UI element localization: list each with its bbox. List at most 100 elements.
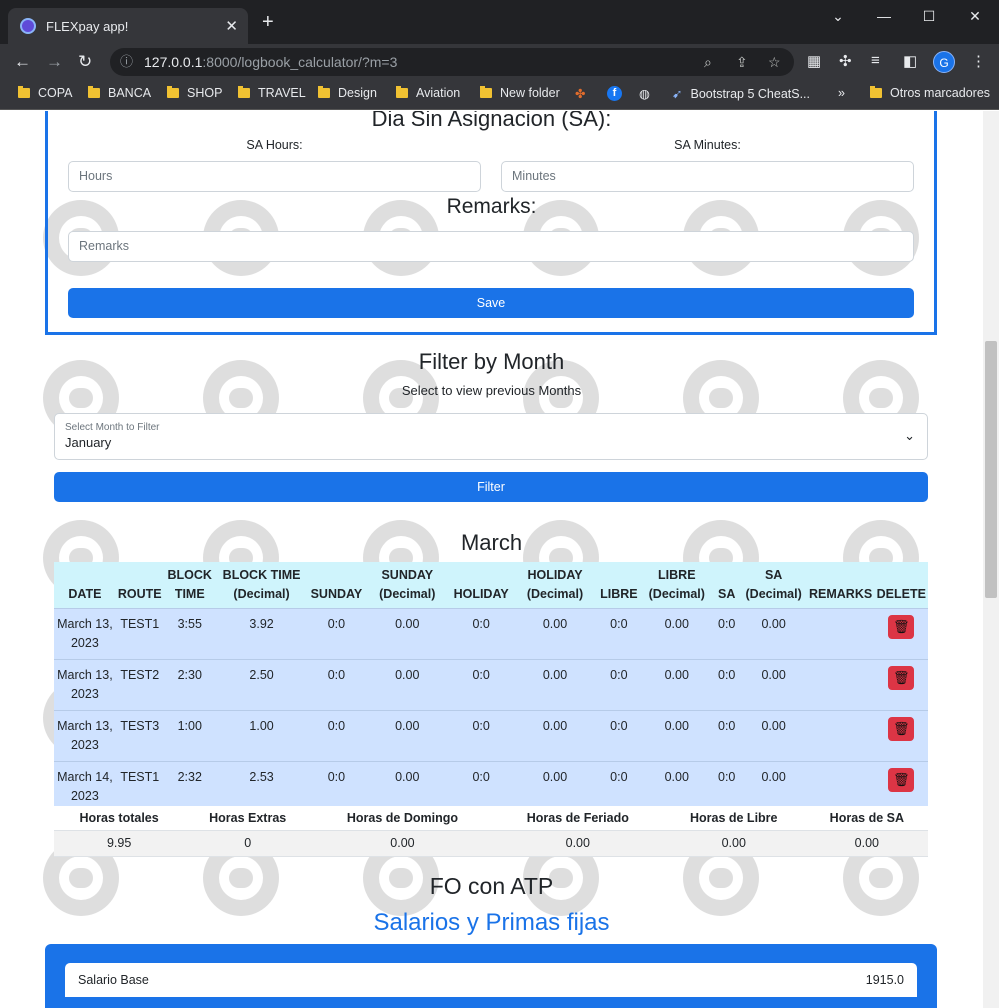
save-button[interactable]: Save bbox=[68, 288, 914, 318]
maximize-window-icon[interactable]: ☐ bbox=[919, 8, 939, 25]
salary-base-label: Salario Base bbox=[78, 973, 149, 987]
table-row: March 13, 2023 TEST1 3:55 3.92 0:0 0.00 0:0 0.0… bbox=[54, 608, 928, 660]
table-row: March 14, 2023 TEST1 2:32 2.53 0:0 0.00 0:0 0.0… bbox=[54, 761, 928, 812]
new-tab-button[interactable]: + bbox=[262, 12, 274, 32]
joomla-bookmark-icon[interactable]: ✤ bbox=[575, 86, 585, 101]
page-viewport: Dia Sin Asignacion (SA): SA Hours: SA Mi… bbox=[0, 111, 983, 1008]
folder-icon bbox=[318, 86, 330, 98]
bookmark-aviation[interactable]: Aviation bbox=[396, 86, 460, 100]
remarks-input[interactable]: Remarks bbox=[68, 231, 914, 262]
extension-g-icon[interactable]: ▦ bbox=[807, 52, 821, 70]
cell-holiday: 0:0 bbox=[449, 608, 514, 660]
tab-title: FLEXpay app! bbox=[46, 18, 129, 34]
sa-title: Dia Sin Asignacion (SA): bbox=[371, 111, 612, 131]
browser-titlebar: FLEXpay app! ✕ + ⌄ — ☐ ✕ bbox=[0, 0, 999, 44]
cell-date: March 13, 2023 bbox=[54, 659, 116, 711]
cell-libre: 0:0 bbox=[596, 659, 641, 711]
back-arrow-icon[interactable]: ← bbox=[14, 52, 31, 72]
logbook-body: March 13, 2023 TEST1 3:55 3.92 0:0 0.00 0:0 0.0… bbox=[54, 608, 928, 812]
folder-icon bbox=[18, 86, 30, 98]
summary-value: 0.00 bbox=[661, 829, 806, 857]
profile-avatar[interactable]: G bbox=[933, 51, 955, 73]
summary-header: Horas totales bbox=[54, 806, 185, 830]
column-header: SA bbox=[712, 562, 741, 609]
bookmarks-overflow-button[interactable]: » bbox=[838, 86, 845, 100]
share-icon[interactable]: ⇪ bbox=[736, 48, 748, 76]
summary-table: Horas totales Horas Extras Horas de Doming… bbox=[54, 806, 928, 857]
side-panel-icon[interactable]: ◧ bbox=[903, 52, 917, 70]
menu-kebab-icon[interactable]: ⋮ bbox=[971, 52, 986, 70]
cell-sa-dec: 0.00 bbox=[740, 710, 807, 762]
delete-trash-icon[interactable]: 🗑 bbox=[888, 717, 915, 741]
summary-header-row: Horas totales Horas Extras Horas de Doming… bbox=[54, 806, 928, 830]
cell-block-dec: 2.53 bbox=[215, 761, 308, 812]
summary-value: 0 bbox=[184, 829, 312, 857]
address-bar[interactable]: ⓘ 127.0.0.1:8000/logbook_calculator/?m=3… bbox=[110, 48, 794, 76]
minimize-window-icon[interactable]: — bbox=[874, 8, 894, 24]
month-select[interactable]: Select Month to Filter January ⌄ bbox=[54, 413, 928, 460]
reload-icon[interactable]: ↻ bbox=[78, 52, 92, 72]
filter-button[interactable]: Filter bbox=[54, 472, 928, 502]
cell-sunday-dec: 0.00 bbox=[365, 761, 450, 812]
bookmark-otros-marcadores[interactable]: Otros marcadores bbox=[870, 86, 990, 100]
cell-libre-dec: 0.00 bbox=[640, 710, 713, 762]
summary-value: 0.00 bbox=[493, 829, 662, 857]
bookmark-new-folder[interactable]: New folder bbox=[480, 86, 560, 100]
summary-header: Horas de Feriado bbox=[493, 806, 662, 830]
cell-sa: 0:0 bbox=[712, 710, 741, 762]
column-header: LIBRE bbox=[596, 562, 641, 609]
cell-delete: 🗑 bbox=[874, 710, 928, 762]
bookmarks-bar: COPA BANCA SHOP TRAVEL Design Aviation N… bbox=[0, 80, 999, 110]
site-info-icon[interactable]: ⓘ bbox=[120, 48, 133, 76]
close-window-icon[interactable]: ✕ bbox=[965, 8, 985, 25]
salary-base-value: 1915.0 bbox=[865, 973, 904, 987]
chevron-down-icon: ⌄ bbox=[904, 428, 915, 443]
cell-remarks bbox=[806, 659, 875, 711]
bookmark-bootstrap[interactable]: ➹ Bootstrap 5 CheatS... bbox=[672, 86, 810, 102]
cell-libre: 0:0 bbox=[596, 761, 641, 812]
table-row: March 13, 2023 TEST2 2:30 2.50 0:0 0.00 0:0 0.0… bbox=[54, 659, 928, 711]
delete-trash-icon[interactable]: 🗑 bbox=[888, 666, 915, 690]
extensions-puzzle-icon[interactable]: ✣ bbox=[839, 52, 852, 70]
logbook-header-row: DATE ROUTE BLOCK TIME BLOCK TIME (Decimal) SUN… bbox=[54, 562, 928, 609]
month-select-label: Select Month to Filter bbox=[65, 422, 160, 433]
bookmark-copa[interactable]: COPA bbox=[18, 86, 73, 100]
cell-sa-dec: 0.00 bbox=[740, 761, 807, 812]
cell-sunday: 0:0 bbox=[307, 761, 366, 812]
cell-sunday: 0:0 bbox=[307, 608, 366, 660]
facebook-bookmark-icon[interactable]: f bbox=[607, 86, 622, 101]
tab-close-icon[interactable]: ✕ bbox=[225, 17, 238, 35]
cell-sa: 0:0 bbox=[712, 761, 741, 812]
globe-bookmark-icon[interactable]: ◍ bbox=[639, 86, 650, 101]
cell-remarks bbox=[806, 710, 875, 762]
forward-arrow-icon[interactable]: → bbox=[46, 52, 63, 72]
cell-date: March 13, 2023 bbox=[54, 608, 116, 660]
summary-value: 0.00 bbox=[805, 829, 928, 857]
cell-sunday-dec: 0.00 bbox=[365, 659, 450, 711]
bookmark-travel[interactable]: TRAVEL bbox=[238, 86, 306, 100]
cell-delete: 🗑 bbox=[874, 761, 928, 812]
delete-trash-icon[interactable]: 🗑 bbox=[888, 768, 915, 792]
browser-tab[interactable]: FLEXpay app! ✕ bbox=[8, 8, 248, 44]
summary-value: 0.00 bbox=[311, 829, 494, 857]
zoom-icon[interactable]: ⌕ bbox=[704, 48, 712, 76]
reading-list-icon[interactable]: ≡ bbox=[871, 52, 880, 69]
column-header: SA (Decimal) bbox=[740, 562, 807, 609]
bookmark-star-icon[interactable]: ☆ bbox=[768, 48, 781, 76]
summary-values-row: 9.95 0 0.00 0.00 0.00 0.00 bbox=[54, 829, 928, 857]
cell-holiday: 0:0 bbox=[449, 761, 514, 812]
column-header: HOLIDAY (Decimal) bbox=[513, 562, 597, 609]
scrollbar-thumb[interactable] bbox=[985, 341, 997, 598]
bookmark-shop[interactable]: SHOP bbox=[167, 86, 222, 100]
bookmark-banca[interactable]: BANCA bbox=[88, 86, 151, 100]
delete-trash-icon[interactable]: 🗑 bbox=[888, 615, 915, 639]
cell-date: March 14, 2023 bbox=[54, 761, 116, 812]
bookmark-design[interactable]: Design bbox=[318, 86, 377, 100]
page-scrollbar[interactable] bbox=[983, 111, 999, 1008]
column-header: HOLIDAY bbox=[449, 562, 514, 609]
cell-holiday: 0:0 bbox=[449, 659, 514, 711]
tab-search-chevron-icon[interactable]: ⌄ bbox=[828, 8, 848, 25]
sa-minutes-input[interactable]: Minutes bbox=[501, 161, 914, 192]
cell-route: TEST2 bbox=[115, 659, 164, 711]
sa-hours-input[interactable]: Hours bbox=[68, 161, 481, 192]
